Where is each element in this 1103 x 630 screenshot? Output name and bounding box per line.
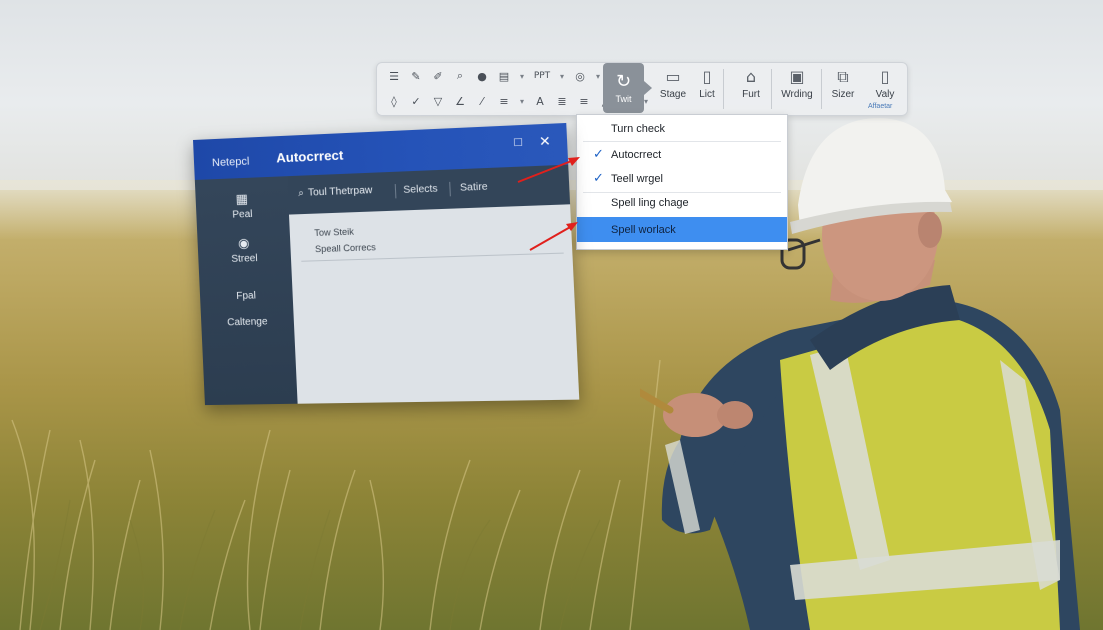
indent-icon[interactable]: ≡ — [573, 91, 595, 111]
wrding-label: Wrding — [781, 89, 813, 100]
sidebar-item-streel[interactable]: ◉ Streel — [197, 235, 291, 266]
ppt-button[interactable]: PPT — [529, 71, 555, 81]
file-icon: ▯ — [881, 65, 890, 89]
ribbon-toolbar: ☰ ✎ ✐ ⌕ ● ▤ ▾ PPT ▾ ◎ ▾ ◊ ✓ ▽ ∠ ⁄ ≡ ▾ A … — [376, 62, 908, 116]
list-icon[interactable]: ≡ — [493, 91, 515, 111]
tab-selects[interactable]: Selects — [403, 183, 438, 196]
resize-icon: ⧉ — [837, 65, 848, 89]
checkmark-icon: ✓ — [593, 171, 611, 186]
sizer-label: Sizer — [832, 89, 855, 100]
tab-divider — [395, 184, 397, 198]
menu-item-autocorrect[interactable]: ✓ Autocrrect — [577, 142, 787, 167]
image-icon: ▣ — [789, 65, 804, 89]
menu-item-teell-wrgel[interactable]: ✓ Teell wrgel — [577, 166, 787, 191]
menu-item-label: Teell wrgel — [611, 173, 663, 185]
list-item[interactable]: Tow Steik — [314, 226, 354, 238]
stage-label: Stage — [660, 89, 686, 100]
list-item[interactable]: Speall Correcs — [315, 242, 376, 254]
format-icon[interactable]: ✎ — [405, 66, 427, 86]
edit-icon[interactable]: ✐ — [427, 66, 449, 86]
pen-icon[interactable]: ⁄ — [471, 91, 493, 111]
stage-icon: ▭ — [665, 65, 680, 89]
maximize-icon[interactable]: ☐ — [513, 137, 523, 149]
sidebar-item-label: Caltenge — [227, 316, 268, 328]
autocorrect-window: Netepcl Autocrrect ☐ ✕ ▦ Peal ◉ Streel F… — [193, 123, 579, 405]
checkmark-icon: ✓ — [593, 147, 611, 162]
justify-icon[interactable]: ≣ — [551, 91, 573, 111]
search-field[interactable]: ⌕ Toul Thetrpaw — [298, 185, 373, 199]
window-sidebar: ▦ Peal ◉ Streel Fpal Caltenge — [195, 176, 298, 405]
align-left-icon[interactable]: ☰ — [383, 66, 405, 86]
menu-item-label: Spell ling chage — [611, 197, 689, 209]
calendar-icon: ▦ — [195, 190, 288, 209]
find-icon[interactable]: ⌕ — [449, 66, 471, 86]
globe-icon[interactable]: ◎ — [569, 66, 591, 86]
chevron-down-icon[interactable]: ▾ — [515, 91, 529, 111]
content-divider — [301, 253, 563, 262]
home-icon: ⌂ — [746, 65, 756, 89]
menu-item-label: Autocrrect — [611, 149, 661, 161]
window-content: Tow Steik Speall Correcs — [289, 204, 579, 403]
filter-icon[interactable]: ▽ — [427, 91, 449, 111]
italic-icon[interactable]: ∠ — [449, 91, 471, 111]
drop-icon[interactable]: ◊ — [383, 91, 405, 111]
menu-item-label: Turn check — [611, 123, 665, 135]
wrding-button[interactable]: ▣ Wrding — [775, 65, 819, 111]
sidebar-item-caltenge[interactable]: Caltenge — [201, 316, 294, 329]
furt-label: Furt — [742, 89, 760, 100]
layout-icon[interactable]: ▤ — [493, 66, 515, 86]
twit-label: Twit — [615, 94, 631, 104]
search-text: Toul Thetrpaw — [308, 185, 373, 199]
valy-label: Valy — [876, 89, 895, 100]
toolbar-divider — [723, 69, 724, 109]
menu-item-label: Spell worlack — [611, 224, 676, 236]
window-title: Autocrrect — [276, 147, 344, 165]
chevron-down-icon[interactable]: ▾ — [515, 66, 529, 86]
sidebar-item-peal[interactable]: ▦ Peal — [195, 190, 289, 222]
furt-button[interactable]: ⌂ Furt — [729, 65, 773, 111]
check-icon[interactable]: ✓ — [405, 91, 427, 111]
refresh-icon: ↻ — [616, 72, 631, 92]
app-name: Netepcl — [212, 156, 250, 170]
toolbar-divider — [771, 69, 772, 109]
sidebar-item-label: Fpal — [236, 290, 256, 302]
sidebar-item-fpal[interactable]: Fpal — [200, 289, 293, 303]
font-color-icon[interactable]: A — [529, 91, 551, 111]
document-icon: ▯ — [703, 65, 712, 89]
twit-button[interactable]: ↻ Twit — [603, 63, 644, 113]
valy-sublabel: Affaetar — [868, 103, 892, 110]
user-icon[interactable]: ● — [471, 66, 493, 86]
search-settings-icon: ◉ — [197, 235, 290, 253]
menu-item-spell-ling-chage[interactable]: Spell ling chage — [577, 190, 787, 215]
tab-satire[interactable]: Satire — [460, 181, 488, 193]
lict-label: Lict — [699, 89, 715, 100]
sidebar-item-label: Streel — [231, 253, 258, 265]
close-icon[interactable]: ✕ — [539, 134, 551, 150]
menu-item-turn-check[interactable]: Turn check — [577, 116, 787, 141]
sizer-button[interactable]: ⧉ Sizer — [821, 65, 865, 111]
tab-divider — [449, 182, 451, 196]
menu-item-spell-worlack[interactable]: Spell worlack — [577, 217, 787, 242]
sidebar-item-label: Peal — [232, 209, 253, 221]
toolbar-row-1: ☰ ✎ ✐ ⌕ ● ▤ ▾ PPT ▾ ◎ ▾ — [383, 65, 605, 87]
spelling-dropdown-menu: Turn check ✓ Autocrrect ✓ Teell wrgel Sp… — [576, 114, 788, 250]
chevron-down-icon[interactable]: ▾ — [555, 66, 569, 86]
search-icon: ⌕ — [298, 188, 304, 199]
